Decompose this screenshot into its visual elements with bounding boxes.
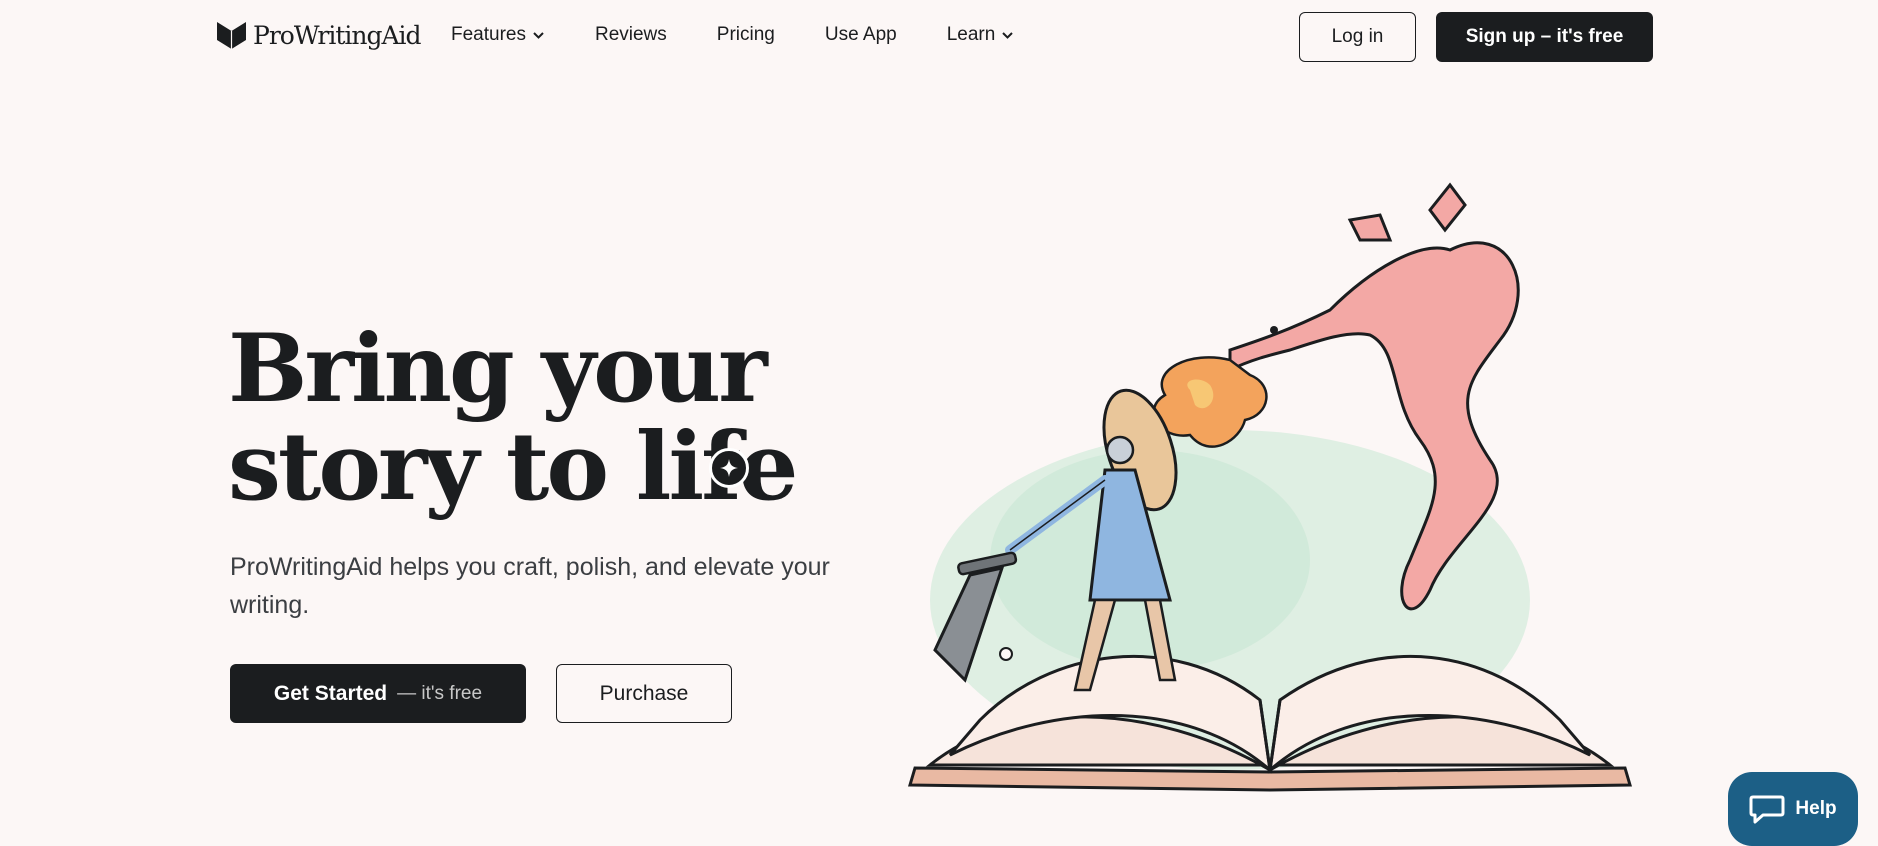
nav-learn[interactable]: Learn	[947, 24, 1015, 46]
nav-reviews[interactable]: Reviews	[595, 24, 667, 46]
hero-subtitle: ProWritingAid helps you craft, polish, a…	[230, 553, 830, 619]
help-button[interactable]: Help	[1728, 772, 1858, 846]
logo-text: ProWritingAid	[253, 20, 422, 50]
login-button[interactable]: Log in	[1299, 12, 1416, 62]
sparkle-icon[interactable]	[709, 448, 749, 488]
chevron-down-icon	[533, 31, 544, 39]
logo[interactable]: ProWritingAid	[216, 20, 422, 50]
nav-reviews-label: Reviews	[594, 24, 667, 45]
nav-features[interactable]: Features	[451, 24, 545, 46]
hero-title: Bring your story to life	[228, 314, 798, 516]
nav-use-app[interactable]: Use App	[825, 24, 897, 46]
get-started-label: Get Started	[273, 681, 388, 705]
logo-mark-icon	[217, 22, 246, 49]
nav-pricing[interactable]: Pricing	[717, 24, 775, 46]
get-started-button[interactable]: Get Started — it's free	[230, 664, 526, 723]
purchase-button[interactable]: Purchase	[556, 664, 732, 723]
hero-illustration	[908, 182, 1632, 792]
main-nav: Features Reviews Pricing Use App Learn	[451, 24, 1064, 46]
nav-features-label: Features	[451, 24, 526, 45]
get-started-sublabel: — it's free	[397, 682, 483, 704]
nav-learn-label: Learn	[946, 24, 996, 45]
nav-pricing-label: Pricing	[716, 24, 775, 45]
sparkle-glyph-icon	[720, 459, 738, 477]
help-label: Help	[1795, 798, 1837, 819]
chevron-down-icon	[1002, 31, 1014, 39]
hero-title-line1: Bring your	[228, 314, 768, 424]
chat-bubble-icon	[1749, 795, 1785, 824]
nav-use-app-label: Use App	[824, 24, 897, 45]
signup-button[interactable]: Sign up – it's free	[1436, 12, 1653, 62]
